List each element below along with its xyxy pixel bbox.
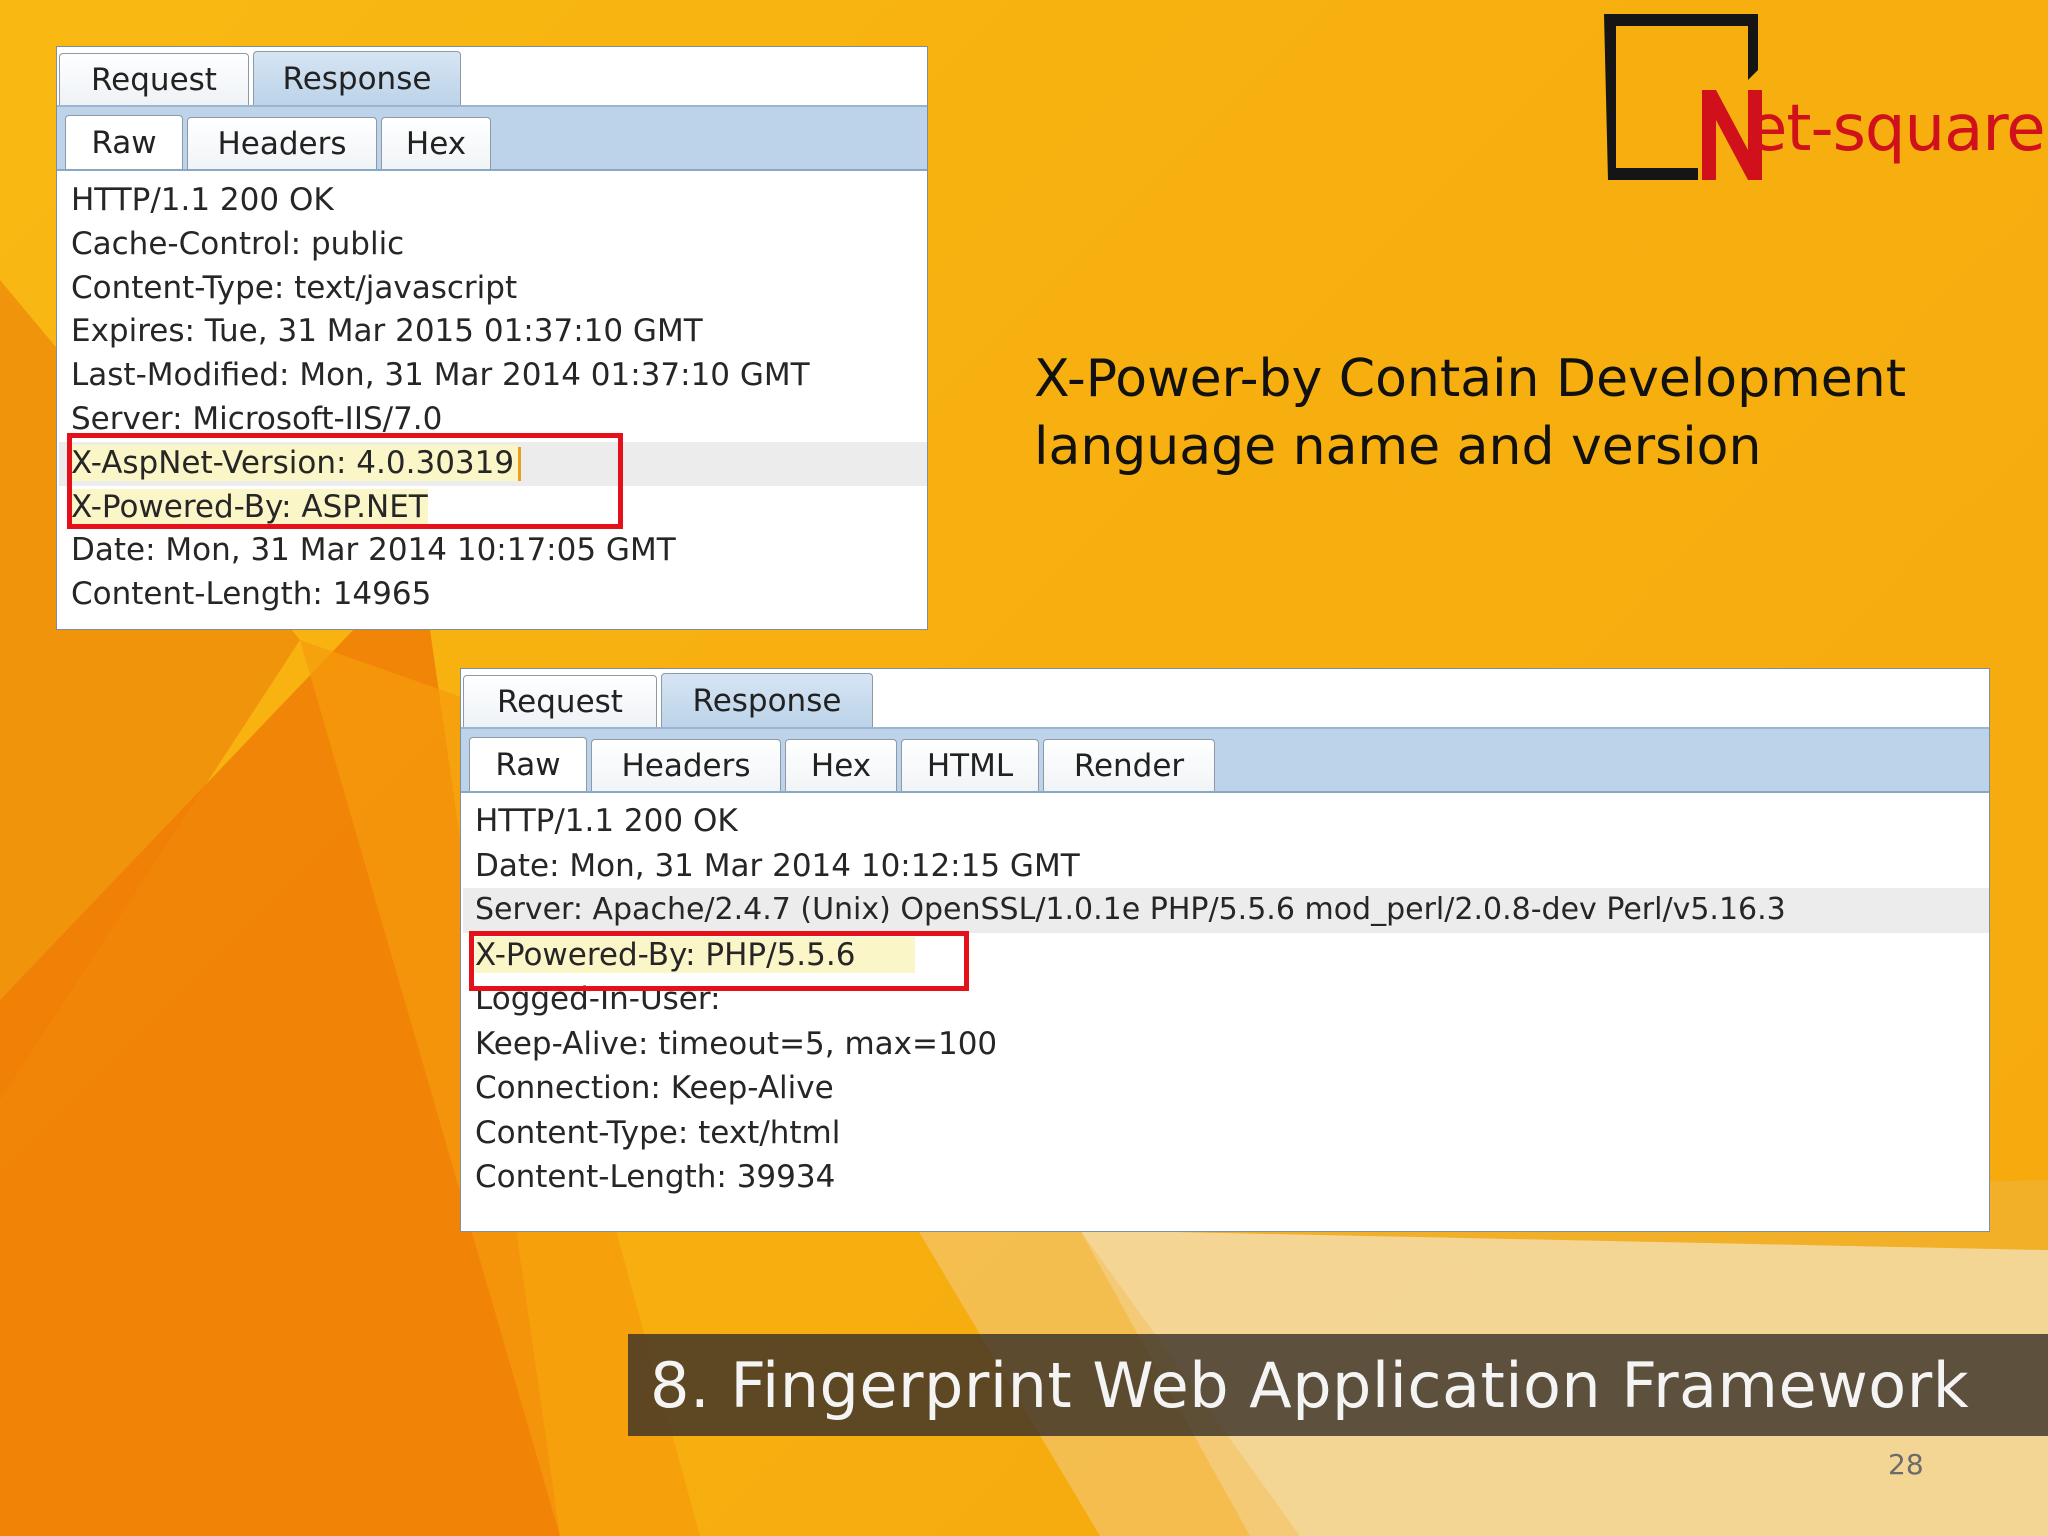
- response-line: Content-Type: text/javascript: [71, 269, 518, 306]
- subtab-render[interactable]: Render: [1043, 739, 1215, 791]
- response-line: Keep-Alive: timeout=5, max=100: [475, 1025, 998, 1062]
- slide-title-bar: 8. Fingerprint Web Application Framework: [628, 1334, 2048, 1436]
- view-mode-tabs: Raw Headers Hex: [57, 107, 927, 171]
- subtab-raw[interactable]: Raw: [65, 115, 183, 169]
- slide-description: X-Power-by Contain Development language …: [1034, 345, 1934, 481]
- subtab-hex[interactable]: Hex: [785, 739, 897, 791]
- response-line: Content-Length: 14965: [71, 576, 432, 613]
- view-mode-tabs: Raw Headers Hex HTML Render: [461, 729, 1989, 793]
- response-raw-text[interactable]: HTTP/1.1 200 OK Cache-Control: public Co…: [59, 179, 927, 617]
- subtab-hex[interactable]: Hex: [381, 117, 491, 169]
- http-response-panel-apache: Request Response Raw Headers Hex HTML Re…: [460, 668, 1990, 1232]
- tab-request[interactable]: Request: [463, 675, 657, 727]
- response-line-server: Server: Apache/2.4.7 (Unix) OpenSSL/1.0.…: [463, 888, 1989, 933]
- request-response-tabs: Request Response: [57, 47, 927, 107]
- response-line: HTTP/1.1 200 OK: [71, 182, 334, 218]
- response-line: Connection: Keep-Alive: [475, 1070, 834, 1106]
- tab-response[interactable]: Response: [661, 673, 873, 727]
- response-line: Date: Mon, 31 Mar 2014 10:17:05 GMT: [71, 532, 676, 569]
- highlight-box-php: [469, 931, 969, 991]
- tab-response[interactable]: Response: [253, 51, 461, 105]
- response-line: Expires: Tue, 31 Mar 2015 01:37:10 GMT: [71, 313, 703, 350]
- subtab-html[interactable]: HTML: [901, 739, 1039, 791]
- http-response-panel-iis: Request Response Raw Headers Hex HTTP/1.…: [56, 46, 928, 630]
- response-line: Content-Type: text/html: [475, 1114, 841, 1151]
- response-line: Cache-Control: public: [71, 225, 405, 262]
- subtab-raw[interactable]: Raw: [469, 737, 587, 791]
- highlight-box-aspnet: [67, 433, 623, 529]
- response-line: Date: Mon, 31 Mar 2014 10:12:15 GMT: [475, 847, 1080, 884]
- response-raw-text[interactable]: HTTP/1.1 200 OK Date: Mon, 31 Mar 2014 1…: [463, 799, 1989, 1200]
- response-line: Content-Length: 39934: [475, 1159, 836, 1195]
- description-line-1: X-Power-by Contain Development: [1034, 349, 1907, 409]
- tab-request[interactable]: Request: [59, 53, 249, 105]
- response-line: Last-Modified: Mon, 31 Mar 2014 01:37:10…: [71, 357, 810, 394]
- subtab-headers[interactable]: Headers: [591, 739, 781, 791]
- request-response-tabs: Request Response: [461, 669, 1989, 729]
- response-line: HTTP/1.1 200 OK: [475, 803, 738, 839]
- logo-wordmark: et-square: [1748, 92, 2046, 166]
- slide-title: 8. Fingerprint Web Application Framework: [650, 1348, 1970, 1422]
- subtab-headers[interactable]: Headers: [187, 117, 377, 169]
- description-line-2: language name and version: [1034, 417, 1762, 477]
- page-number: 28: [1888, 1448, 1924, 1481]
